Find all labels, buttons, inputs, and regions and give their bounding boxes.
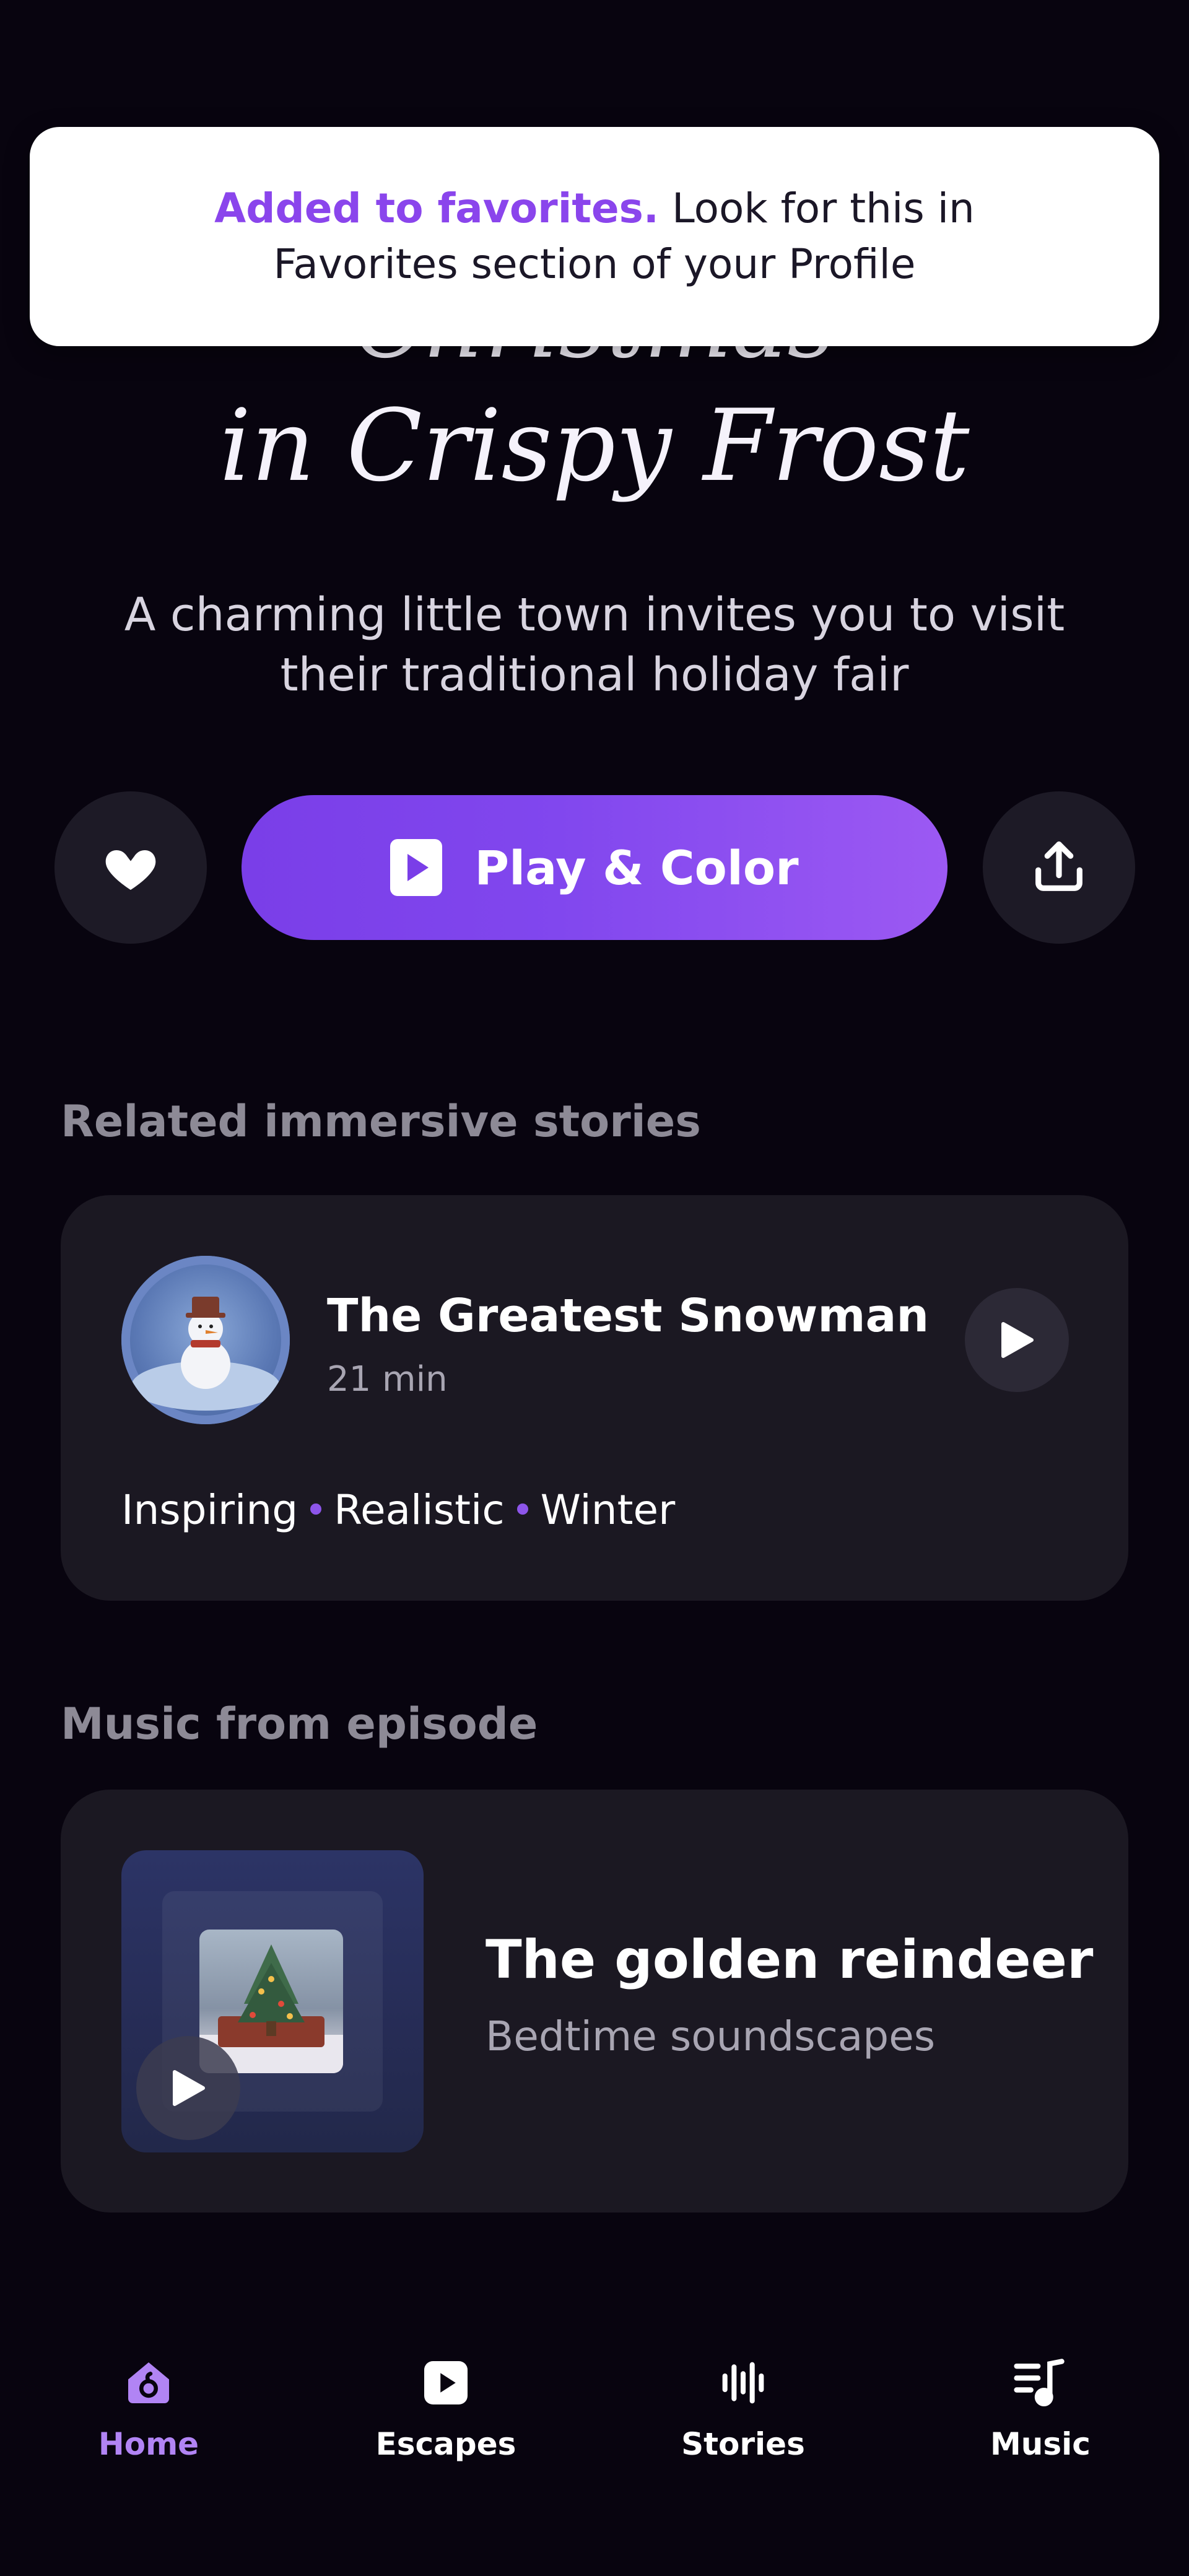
music-play-button[interactable]	[136, 2036, 240, 2140]
music-icon	[1011, 2353, 1070, 2413]
toast-highlight: Added to favorites.	[214, 185, 660, 232]
play-icon	[173, 2070, 205, 2106]
nav-item-music[interactable]: Music	[917, 2353, 1164, 2462]
nav-label-escapes: Escapes	[375, 2426, 516, 2462]
toast-message: Added to favorites. Look for this in Fav…	[116, 181, 1073, 292]
stories-icon	[713, 2353, 773, 2413]
share-icon	[1035, 841, 1082, 891]
related-stories-heading: Related immersive stories	[61, 1096, 701, 1147]
story-title: The Greatest Snowman	[327, 1289, 930, 1342]
favorites-toast[interactable]: Added to favorites. Look for this in Fav…	[30, 127, 1159, 346]
heart-icon	[105, 850, 156, 890]
music-thumbnail	[121, 1850, 424, 2152]
tag-separator-dot	[516, 1503, 528, 1515]
escapes-icon	[416, 2353, 476, 2413]
tag-separator-dot	[310, 1503, 322, 1515]
story-tags: Inspiring Realistic Winter	[121, 1486, 675, 1534]
snowman-icon	[131, 1297, 280, 1411]
story-tag: Inspiring	[121, 1486, 298, 1534]
play-and-color-button[interactable]: Play & Color	[242, 795, 947, 940]
story-thumbnail	[121, 1256, 290, 1424]
play-icon	[1001, 1322, 1034, 1358]
hero-title-line-2: in Crispy Frost	[219, 388, 970, 503]
share-button[interactable]	[983, 791, 1135, 944]
nav-label-home: Home	[98, 2426, 199, 2462]
nav-item-home[interactable]: Home	[25, 2353, 272, 2462]
home-icon	[119, 2353, 178, 2413]
nav-item-escapes[interactable]: Escapes	[322, 2353, 570, 2462]
music-section-heading: Music from episode	[61, 1699, 538, 1749]
music-track-subtitle: Bedtime soundscapes	[486, 2012, 936, 2060]
nav-label-music: Music	[990, 2426, 1091, 2462]
story-tag: Realistic	[334, 1486, 505, 1534]
nav-item-stories[interactable]: Stories	[619, 2353, 867, 2462]
music-track-title: The golden reindeer	[486, 1929, 1094, 1991]
story-tag: Winter	[540, 1486, 676, 1534]
hero-subtitle: A charming little town invites you to vi…	[124, 588, 1065, 702]
play-icon	[390, 839, 443, 896]
story-play-button[interactable]	[965, 1288, 1069, 1392]
music-track-card[interactable]: The golden reindeer Bedtime soundscapes	[61, 1790, 1128, 2213]
story-duration: 21 min	[327, 1359, 448, 1399]
favorite-button[interactable]	[54, 791, 207, 944]
play-button-label: Play & Color	[474, 840, 799, 895]
related-story-card[interactable]: The Greatest Snowman 21 min Inspiring Rea…	[61, 1195, 1128, 1601]
bottom-navigation: Home Escapes Stories Music	[0, 2316, 1189, 2576]
nav-label-stories: Stories	[681, 2426, 805, 2462]
